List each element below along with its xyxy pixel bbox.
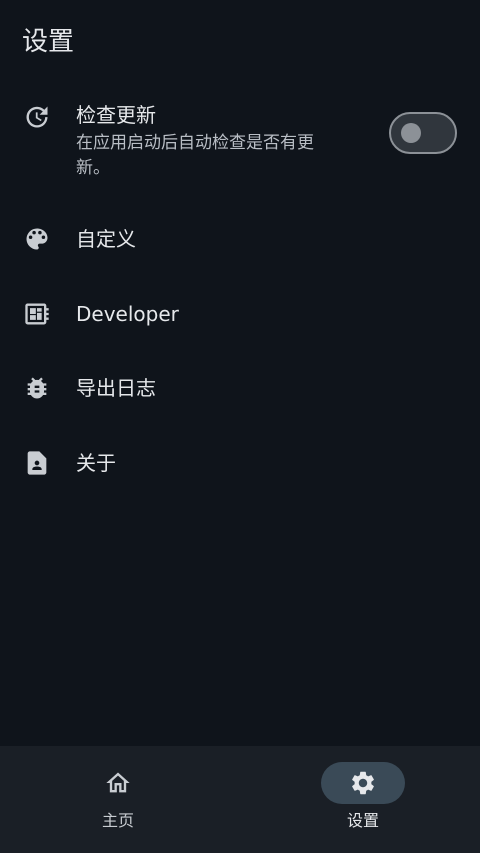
toggle-thumb xyxy=(401,123,421,143)
developer-label: Developer xyxy=(76,302,179,326)
home-icon xyxy=(104,769,132,797)
bug-icon xyxy=(23,374,51,402)
gear-icon xyxy=(349,769,377,797)
update-icon xyxy=(23,103,51,131)
developer-board-icon xyxy=(23,300,51,328)
nav-home-indicator xyxy=(76,762,160,804)
nav-settings-indicator xyxy=(321,762,405,804)
check-update-description: 在应用启动后自动检查是否有更新。 xyxy=(76,133,314,178)
customize-label: 自定义 xyxy=(76,227,136,251)
check-update-label: 检查更新 xyxy=(76,103,156,127)
about-label: 关于 xyxy=(76,451,116,475)
about-row[interactable]: 关于 xyxy=(0,448,480,480)
nav-item-home[interactable]: 主页 xyxy=(68,762,168,842)
developer-text: Developer xyxy=(76,299,179,329)
check-update-text: 检查更新 在应用启动后自动检查是否有更新。 xyxy=(76,100,346,181)
export-logs-label: 导出日志 xyxy=(76,376,156,400)
check-update-row[interactable]: 检查更新 在应用启动后自动检查是否有更新。 xyxy=(0,100,480,190)
customize-row[interactable]: 自定义 xyxy=(0,224,480,256)
check-update-toggle[interactable] xyxy=(389,112,457,154)
export-logs-row[interactable]: 导出日志 xyxy=(0,373,480,405)
bottom-navigation: 主页 设置 xyxy=(0,746,480,853)
settings-screen: 设置 检查更新 在应用启动后自动检查是否有更新。 自定义 Developer 导… xyxy=(0,0,480,853)
palette-icon xyxy=(23,225,51,253)
export-logs-text: 导出日志 xyxy=(76,373,156,403)
page-title: 设置 xyxy=(22,27,75,57)
developer-row[interactable]: Developer xyxy=(0,299,480,331)
nav-settings-label: 设置 xyxy=(346,811,379,830)
nav-item-settings[interactable]: 设置 xyxy=(313,762,413,842)
customize-text: 自定义 xyxy=(76,224,136,254)
about-text: 关于 xyxy=(76,448,116,478)
contact-page-icon xyxy=(23,449,51,477)
nav-home-label: 主页 xyxy=(101,811,134,830)
